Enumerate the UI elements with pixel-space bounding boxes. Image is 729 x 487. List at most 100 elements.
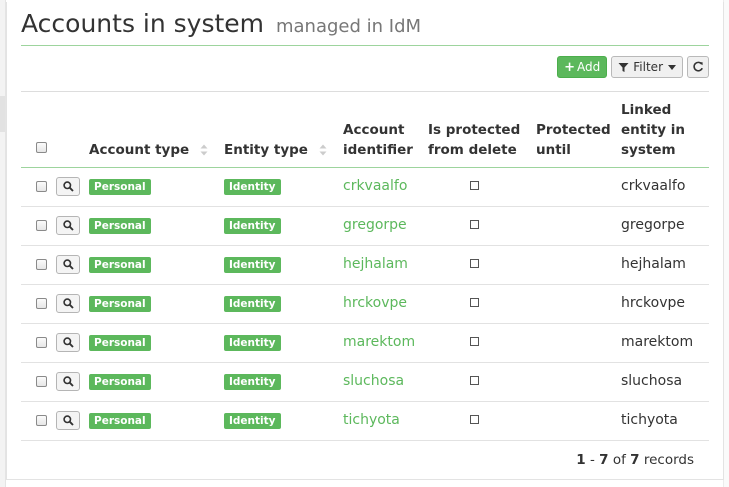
row-checkbox[interactable] — [36, 298, 47, 309]
column-header-is-protected: Is protected from delete — [428, 120, 520, 160]
header-line: Linked — [621, 102, 672, 118]
header-line: from delete — [428, 142, 517, 158]
entity-type-badge: Identity — [224, 296, 281, 312]
linked-entity-text: sluchosa — [621, 373, 683, 389]
protected-indicator — [470, 376, 479, 385]
account-type-badge: Personal — [89, 218, 151, 234]
table-row: Personal Identity sluchosa sluchosa — [21, 363, 709, 402]
row-detail-button[interactable] — [56, 294, 80, 313]
entity-type-badge: Identity — [224, 374, 281, 390]
header-line: identifier — [343, 142, 413, 158]
magnifier-icon — [62, 220, 74, 231]
sidebar-notch — [0, 96, 5, 132]
magnifier-icon — [62, 376, 74, 387]
pagination-total: 7 — [630, 452, 640, 468]
row-detail-button[interactable] — [56, 372, 80, 391]
row-detail-button[interactable] — [56, 255, 80, 274]
header-line: until — [536, 142, 571, 158]
account-type-badge: Personal — [89, 335, 151, 351]
add-button-label: Add — [577, 60, 601, 74]
linked-entity-text: marektom — [621, 334, 694, 350]
row-checkbox[interactable] — [36, 376, 47, 387]
row-checkbox[interactable] — [36, 220, 47, 231]
refresh-icon — [693, 61, 703, 72]
sort-icon — [200, 144, 208, 156]
row-checkbox[interactable] — [36, 181, 47, 192]
protected-indicator — [470, 220, 479, 229]
column-header-entity-type[interactable]: Entity type — [224, 140, 327, 160]
plus-icon: + — [564, 59, 576, 75]
column-header-label: Entity type — [224, 142, 308, 158]
table-top-border — [21, 91, 709, 92]
header-line: Is protected — [428, 122, 521, 138]
row-detail-button[interactable] — [56, 411, 80, 430]
page-subtitle: managed in IdM — [275, 16, 422, 37]
header-line: entity in — [621, 122, 686, 138]
magnifier-icon — [62, 181, 74, 192]
account-identifier-link[interactable]: hrckovpe — [343, 295, 407, 311]
header-line: Protected — [536, 122, 611, 138]
protected-indicator — [470, 181, 479, 190]
column-header-linked-entity: Linked entity in system — [621, 100, 685, 160]
pagination-to: 7 — [599, 452, 609, 468]
magnifier-icon — [62, 298, 74, 309]
table-row: Personal Identity marektom marektom — [21, 324, 709, 363]
account-identifier-link[interactable]: tichyota — [343, 412, 400, 428]
account-type-badge: Personal — [89, 257, 151, 273]
column-header-protected-until: Protected until — [536, 120, 611, 160]
select-all-checkbox[interactable] — [36, 142, 47, 153]
protected-indicator — [470, 337, 479, 346]
page-title-text: Accounts in system — [21, 9, 265, 38]
title-divider — [21, 45, 709, 46]
refresh-button[interactable] — [687, 56, 709, 78]
row-detail-button[interactable] — [56, 216, 80, 235]
account-type-badge: Personal — [89, 413, 151, 429]
entity-type-badge: Identity — [224, 179, 281, 195]
account-identifier-link[interactable]: crkvaalfo — [343, 178, 407, 194]
table-row: Personal Identity gregorpe gregorpe — [21, 207, 709, 246]
row-checkbox[interactable] — [36, 415, 47, 426]
filter-icon — [618, 62, 629, 72]
entity-type-badge: Identity — [224, 257, 281, 273]
add-button[interactable]: + Add — [557, 56, 608, 78]
table-row: Personal Identity tichyota tichyota — [21, 402, 709, 441]
header-line: Account — [343, 122, 405, 138]
entity-type-badge: Identity — [224, 218, 281, 234]
page-title: Accounts in system managed in IdM — [21, 8, 421, 43]
header-line: system — [621, 142, 676, 158]
magnifier-icon — [62, 337, 74, 348]
row-detail-button[interactable] — [56, 177, 80, 196]
linked-entity-text: hejhalam — [621, 256, 686, 272]
filter-button[interactable]: Filter — [611, 56, 683, 78]
pagination-separator: - — [585, 452, 600, 468]
magnifier-icon — [62, 415, 74, 426]
filter-button-label: Filter — [633, 60, 663, 74]
toolbar: + Add Filter — [557, 56, 709, 78]
linked-entity-text: tichyota — [621, 412, 678, 428]
pagination-suffix: records — [639, 452, 694, 468]
column-header-label: Account type — [89, 142, 190, 158]
pagination-of: of — [608, 452, 631, 468]
column-header-account-type[interactable]: Account type — [89, 140, 208, 160]
account-type-badge: Personal — [89, 296, 151, 312]
account-identifier-link[interactable]: sluchosa — [343, 373, 404, 389]
magnifier-icon — [62, 259, 74, 270]
account-identifier-link[interactable]: marektom — [343, 334, 415, 350]
row-detail-button[interactable] — [56, 333, 80, 352]
table-row: Personal Identity hejhalam hejhalam — [21, 246, 709, 285]
caret-down-icon — [668, 64, 676, 70]
linked-entity-text: hrckovpe — [621, 295, 685, 311]
column-header-account-identifier: Account identifier — [343, 120, 413, 160]
linked-entity-text: crkvaalfo — [621, 178, 686, 194]
pagination-from: 1 — [576, 452, 586, 468]
entity-type-badge: Identity — [224, 413, 281, 429]
pagination-info: 1 - 7 of 7 records — [576, 452, 694, 468]
sort-icon — [319, 144, 327, 156]
account-identifier-link[interactable]: gregorpe — [343, 217, 407, 233]
row-checkbox[interactable] — [36, 337, 47, 348]
table-row: Personal Identity hrckovpe hrckovpe — [21, 285, 709, 324]
account-identifier-link[interactable]: hejhalam — [343, 256, 408, 272]
protected-indicator — [470, 298, 479, 307]
table-row: Personal Identity crkvaalfo crkvaalfo — [21, 168, 709, 207]
row-checkbox[interactable] — [36, 259, 47, 270]
